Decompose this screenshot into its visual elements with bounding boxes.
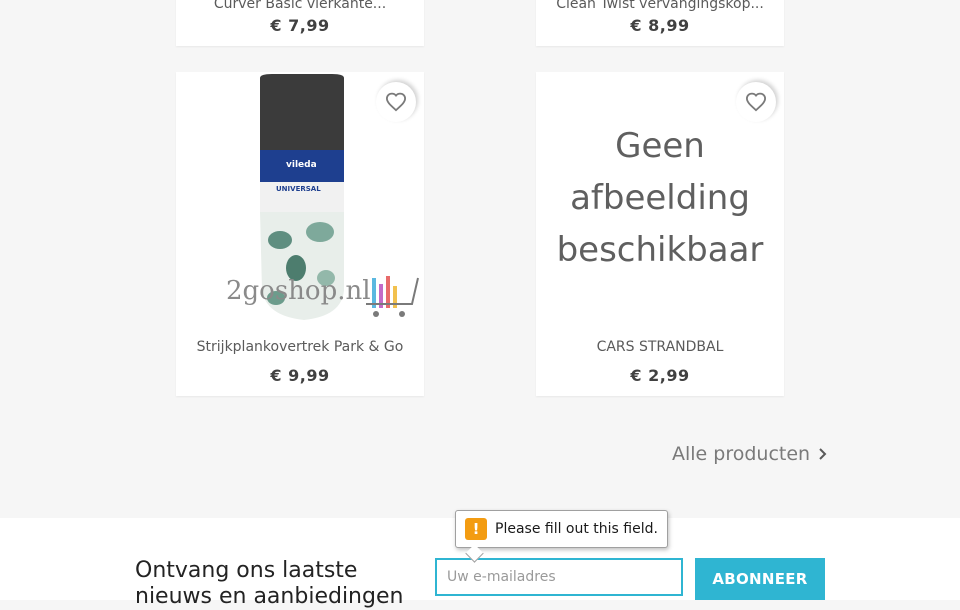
- product-name[interactable]: Clean Twist vervangingskop...: [536, 0, 784, 12]
- chevron-right-icon: [819, 448, 827, 460]
- watermark-text: 2goshop.nl: [226, 276, 371, 306]
- product-price: € 7,99: [270, 16, 330, 35]
- all-products-label: Alle producten: [672, 443, 811, 465]
- validation-message: Please fill out this field.: [495, 521, 658, 537]
- product-name[interactable]: CARS STRANDBAL: [536, 339, 784, 355]
- all-products-link[interactable]: Alle producten: [672, 443, 828, 465]
- product-price: € 8,99: [630, 16, 690, 35]
- product-price: € 9,99: [270, 366, 330, 385]
- brand-logo: vileda: [286, 160, 317, 170]
- product-card[interactable]: vileda UNIVERSAL 2goshop.nl Strijkplanko…: [176, 72, 424, 396]
- email-placeholder: Uw e-mailadres: [447, 569, 556, 585]
- placeholder-line: beschikbaar: [556, 230, 764, 270]
- wishlist-button[interactable]: [736, 82, 776, 122]
- product-price: € 2,99: [630, 366, 690, 385]
- heart-icon: [385, 92, 407, 112]
- product-card[interactable]: Curver Basic vierkante... € 7,99: [176, 0, 424, 46]
- email-input[interactable]: Uw e-mailadres: [435, 558, 683, 596]
- product-name[interactable]: Strijkplankovertrek Park & Go: [176, 339, 424, 355]
- product-card[interactable]: Geen afbeelding beschikbaar CARS STRANDB…: [536, 72, 784, 396]
- placeholder-line: afbeelding: [570, 178, 750, 218]
- cover-label: UNIVERSAL: [276, 185, 321, 193]
- newsletter-heading-line: nieuws en aanbiedingen: [135, 584, 404, 609]
- warning-icon: !: [465, 518, 487, 540]
- newsletter-heading: Ontvang ons laatste nieuws en aanbieding…: [135, 558, 403, 610]
- product-name[interactable]: Curver Basic vierkante...: [176, 0, 424, 12]
- newsletter-heading-line: Ontvang ons laatste: [135, 558, 358, 583]
- heart-icon: [745, 92, 767, 112]
- product-card[interactable]: Clean Twist vervangingskop... € 8,99: [536, 0, 784, 46]
- no-image-placeholder: Geen afbeelding beschikbaar: [536, 120, 784, 276]
- placeholder-line: Geen: [615, 126, 705, 166]
- subscribe-button[interactable]: ABONNEER: [695, 558, 825, 600]
- wishlist-button[interactable]: [376, 82, 416, 122]
- validation-tooltip: ! Please fill out this field.: [455, 510, 668, 548]
